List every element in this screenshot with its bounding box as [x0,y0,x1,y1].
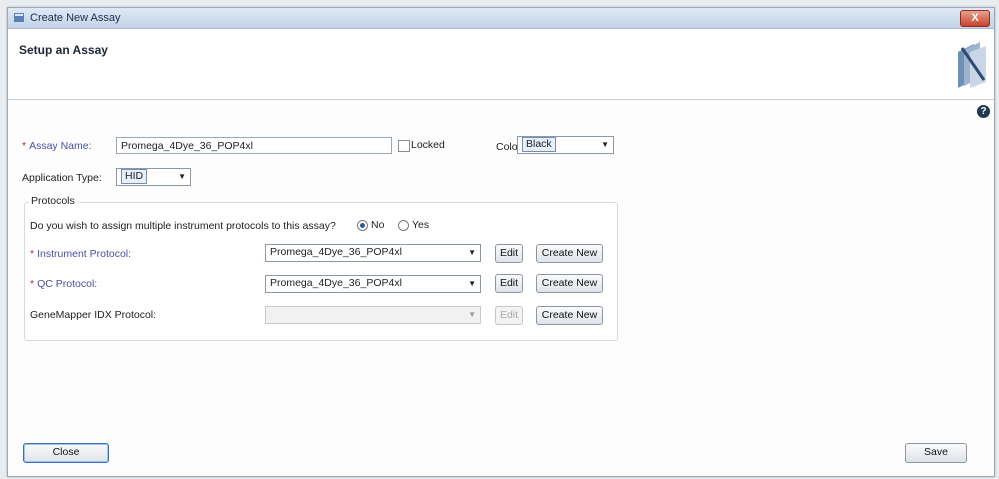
protocols-group-title: Protocols [29,195,77,207]
page-title: Setup an Assay [19,43,108,57]
assay-name-label-text: Assay Name: [29,140,92,152]
application-type-label: Application Type: [22,172,102,184]
qc-protocol-create-button[interactable]: Create New [536,274,603,293]
close-button[interactable]: Close [23,443,109,463]
instrument-protocol-label: * Instrument Protocol: [30,248,131,260]
qc-protocol-label: * QC Protocol: [30,278,97,290]
chevron-down-icon: ▼ [468,310,476,319]
app-icon [14,13,24,22]
color-select[interactable]: Black ▼ [517,136,614,154]
assay-name-label: * Assay Name: [22,140,92,152]
qc-protocol-edit-button[interactable]: Edit [495,274,523,293]
genemapper-protocol-select[interactable]: ▼ [265,306,481,324]
instrument-protocol-label-text: Instrument Protocol: [37,248,132,260]
locked-label: Locked [411,139,445,151]
window-title: Create New Assay [30,12,121,24]
multiple-protocols-question: Do you wish to assign multiple instrumen… [30,220,336,232]
instrument-protocol-value: Promega_4Dye_36_POP4xl [270,246,402,258]
qc-protocol-label-text: QC Protocol: [37,278,98,290]
genemapper-protocol-create-button[interactable]: Create New [536,306,603,325]
color-value: Black [522,137,556,152]
radio-no[interactable] [357,220,368,231]
instrument-protocol-create-button[interactable]: Create New [536,244,603,263]
instrument-protocol-select[interactable]: Promega_4Dye_36_POP4xl ▼ [265,244,481,262]
radio-yes[interactable] [398,220,409,231]
chevron-down-icon: ▼ [468,279,476,288]
instrument-protocol-edit-button[interactable]: Edit [495,244,523,263]
assay-logo-icon [958,42,986,88]
qc-protocol-select[interactable]: Promega_4Dye_36_POP4xl ▼ [265,275,481,293]
application-type-value: HID [121,169,148,184]
save-button[interactable]: Save [905,443,967,463]
help-icon[interactable]: ? [977,105,990,118]
title-bar[interactable]: Create New Assay X [8,8,994,29]
chevron-down-icon: ▼ [601,140,609,149]
close-window-button[interactable]: X [960,10,990,27]
radio-yes-label: Yes [412,219,430,231]
dialog-header: Setup an Assay [8,29,994,100]
application-type-select[interactable]: HID ▼ [116,168,191,186]
locked-checkbox[interactable] [398,140,410,152]
qc-protocol-value: Promega_4Dye_36_POP4xl [270,277,402,289]
create-new-assay-window: Create New Assay X Setup an Assay ? * Ass… [7,7,995,477]
genemapper-protocol-edit-button[interactable]: Edit [495,306,523,325]
genemapper-protocol-label: GeneMapper IDX Protocol: [30,309,157,321]
required-marker: * [22,140,27,152]
required-marker: * [30,278,35,290]
radio-no-label: No [371,219,385,231]
required-marker: * [30,248,35,260]
chevron-down-icon: ▼ [178,172,186,181]
chevron-down-icon: ▼ [468,248,476,257]
assay-name-field[interactable]: Promega_4Dye_36_POP4xl [116,137,392,154]
